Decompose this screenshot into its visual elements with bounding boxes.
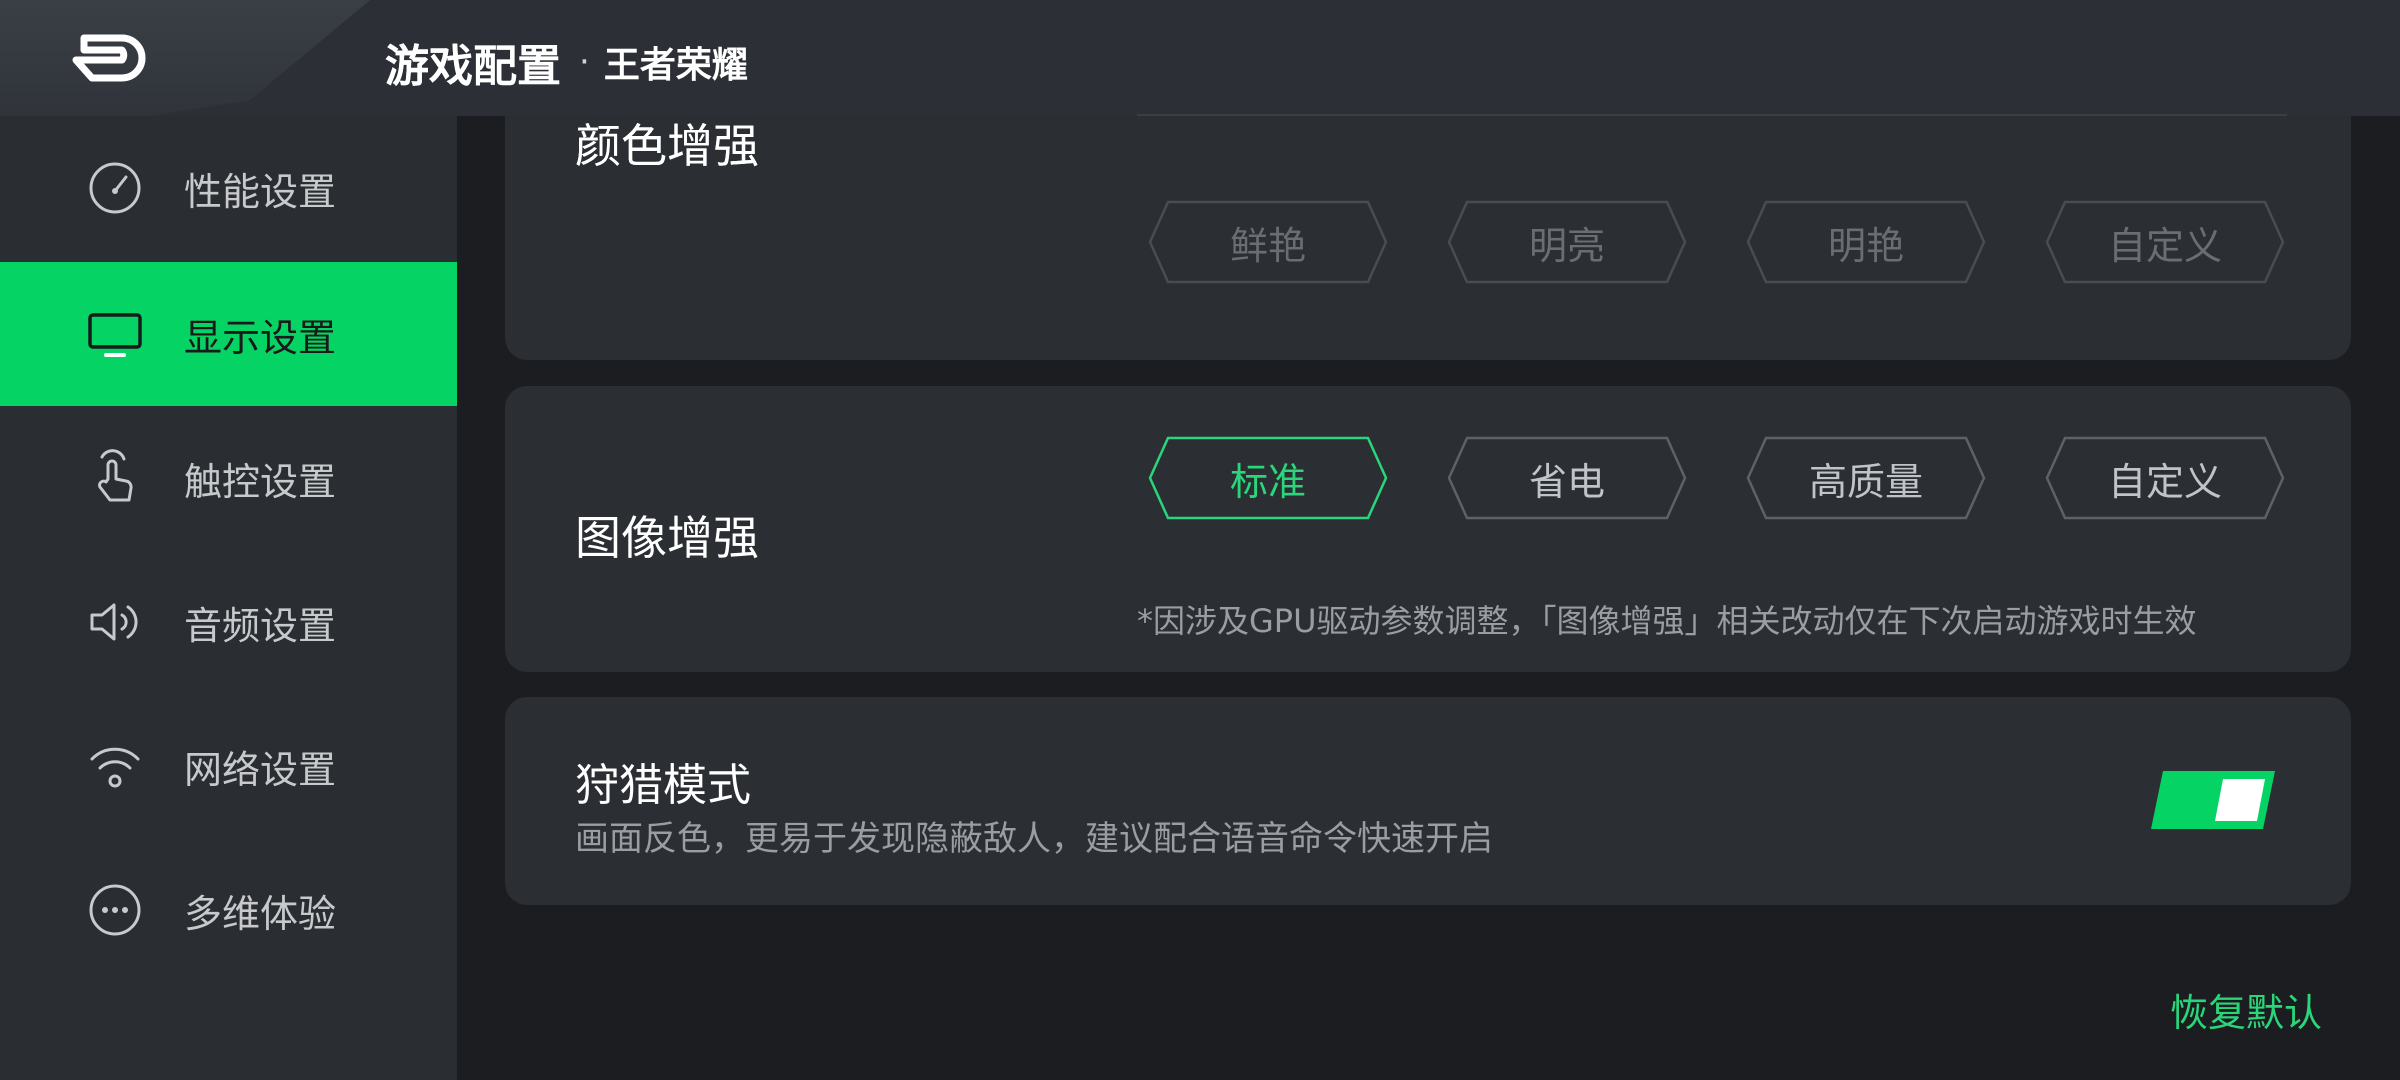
speaker-icon bbox=[90, 603, 138, 641]
sidebar-item-performance[interactable]: 性能设置 bbox=[0, 116, 457, 260]
image-enhance-note: *因涉及GPU驱动参数调整，「图像增强」相关改动仅在下次启动游戏时生效 bbox=[1137, 602, 2197, 640]
image-enhance-title: 图像增强 bbox=[575, 511, 759, 565]
sidebar-item-touch[interactable]: 触控设置 bbox=[0, 406, 457, 550]
color-enhance-card: 颜色增强 鲜艳 明亮 明艳 自定义 bbox=[505, 80, 2351, 360]
color-option-vivid: 鲜艳 bbox=[1148, 200, 1388, 284]
sidebar-item-display[interactable]: 显示设置 bbox=[0, 262, 457, 406]
back-tab[interactable] bbox=[0, 0, 370, 116]
header-overlay bbox=[457, 0, 2400, 116]
image-enhance-card: 图像增强 标准 省电 高质量 自定义 *因涉及GPU驱动参数调整，「图像增强」相… bbox=[505, 386, 2351, 672]
sidebar-item-multidimensional[interactable]: 多维体验 bbox=[0, 838, 457, 982]
page-title-overlay: 游戏配置 · 王者荣耀 bbox=[385, 30, 748, 94]
sidebar-item-network[interactable]: 网络设置 bbox=[0, 694, 457, 838]
sidebar-item-label: 多维体验 bbox=[184, 891, 337, 936]
more-dots-icon bbox=[89, 884, 141, 936]
sidebar-item-label: 网络设置 bbox=[184, 747, 337, 792]
sidebar: 性能设置 显示设置 触控设置 音频设置 网络设置 多维体验 bbox=[0, 116, 457, 1080]
touch-hand-icon bbox=[98, 449, 133, 502]
game-name: 王者荣耀 bbox=[603, 45, 748, 86]
image-option-high-quality[interactable]: 高质量 bbox=[1746, 436, 1986, 520]
hunting-mode-title: 狩猎模式 bbox=[575, 760, 751, 811]
title-main: 游戏配置 bbox=[385, 41, 561, 92]
color-enhance-title-visible: 颜色增强 bbox=[575, 119, 759, 173]
sidebar-item-label: 性能设置 bbox=[184, 169, 337, 214]
title-separator: · bbox=[579, 42, 590, 82]
color-option-bright: 明亮 bbox=[1447, 200, 1687, 284]
wifi-icon bbox=[90, 747, 140, 788]
monitor-icon bbox=[88, 313, 142, 357]
image-option-standard[interactable]: 标准 bbox=[1148, 436, 1388, 520]
back-icon[interactable] bbox=[70, 30, 150, 86]
sidebar-item-audio[interactable]: 音频设置 bbox=[0, 550, 457, 694]
sidebar-item-label: 触控设置 bbox=[184, 459, 337, 504]
image-option-power-saving[interactable]: 省电 bbox=[1447, 436, 1687, 520]
sidebar-item-label: 音频设置 bbox=[184, 603, 337, 648]
restore-default-button[interactable]: 恢复默认 bbox=[2170, 982, 2322, 1037]
image-option-custom[interactable]: 自定义 bbox=[2045, 436, 2285, 520]
speedometer-icon bbox=[89, 162, 141, 214]
color-option-custom: 自定义 bbox=[2045, 200, 2285, 284]
hunting-mode-description: 画面反色，更易于发现隐蔽敌人，建议配合语音命令快速开启 bbox=[575, 819, 1493, 859]
color-option-brilliant: 明艳 bbox=[1746, 200, 1986, 284]
sidebar-item-label: 显示设置 bbox=[184, 315, 337, 360]
hunting-mode-toggle[interactable] bbox=[2151, 771, 2275, 829]
hunting-mode-card: 狩猎模式 画面反色，更易于发现隐蔽敌人，建议配合语音命令快速开启 bbox=[505, 697, 2351, 905]
